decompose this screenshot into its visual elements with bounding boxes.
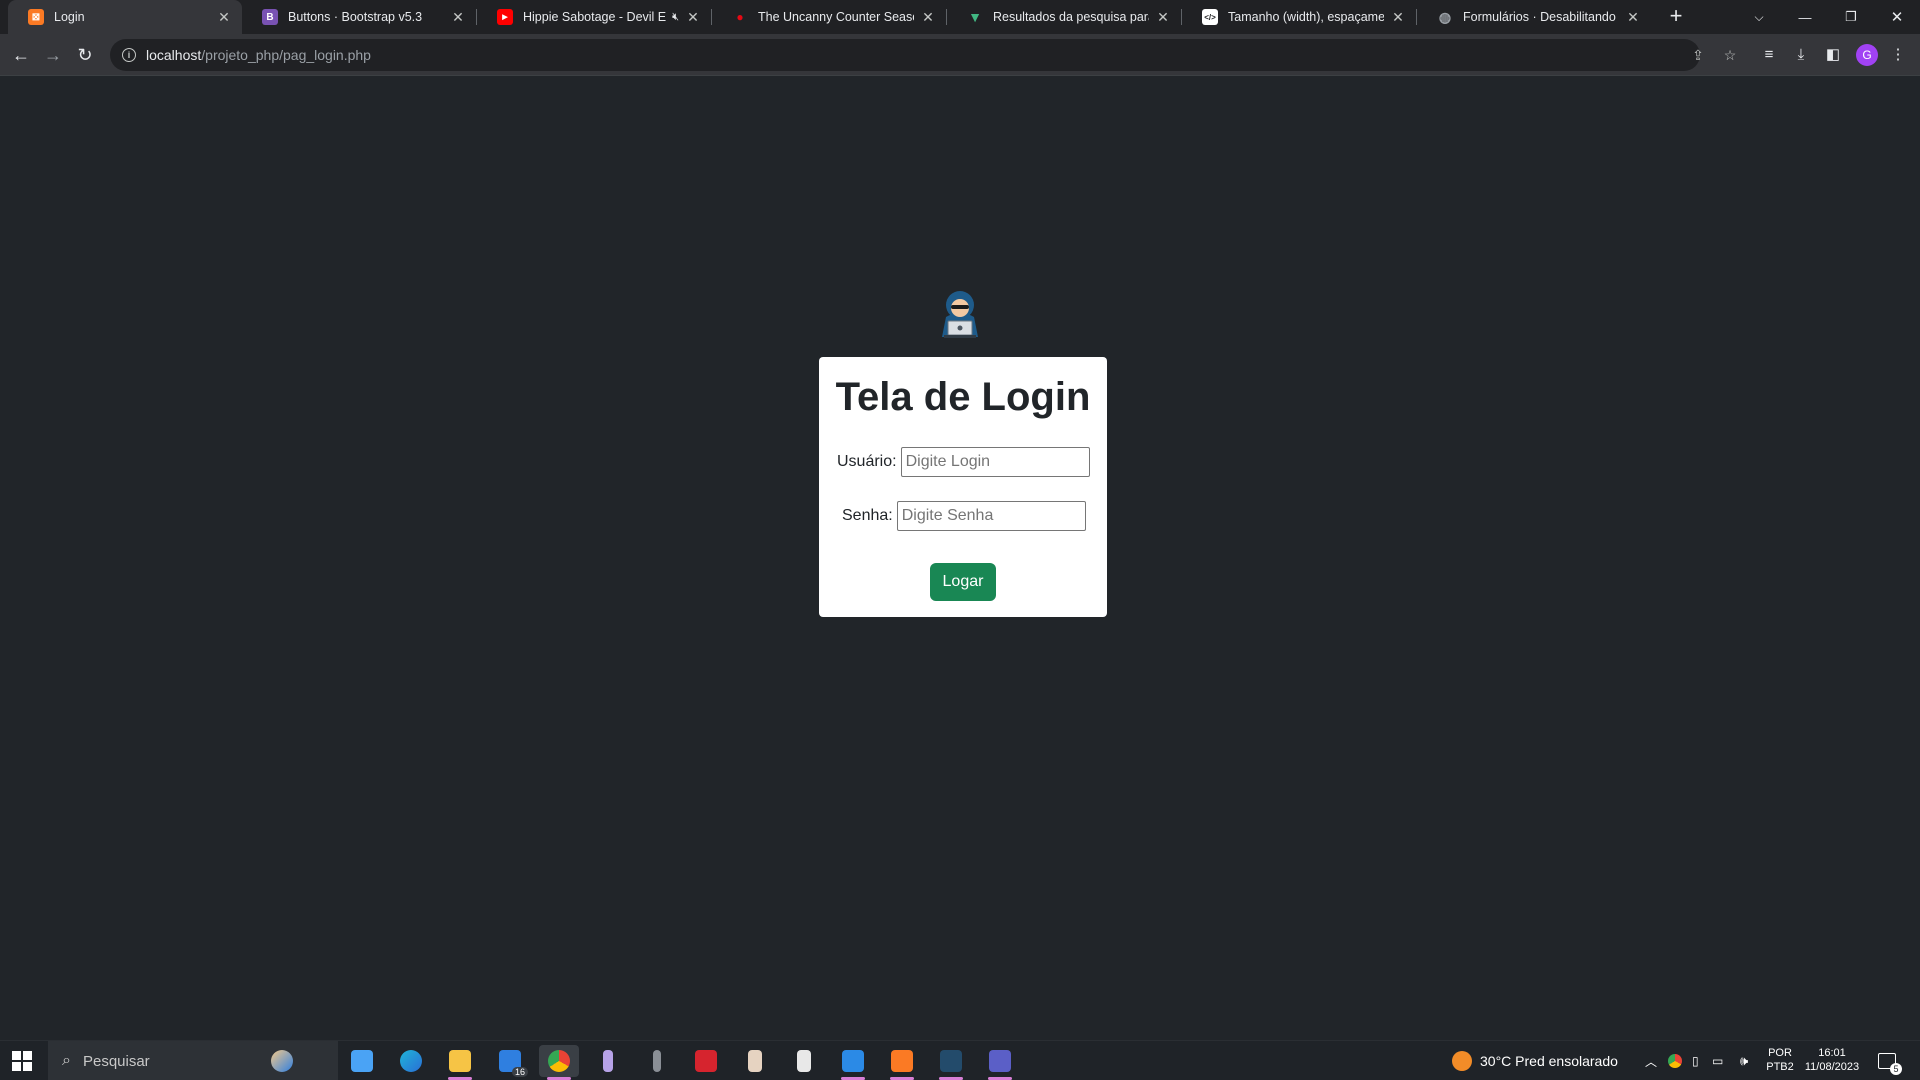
language-code: POR [1768, 1047, 1792, 1059]
download-icon[interactable]: ⤓ [1791, 45, 1811, 65]
tab-title: Buttons · Bootstrap v5.3 [288, 10, 423, 24]
mail-badge: 16 [511, 1067, 528, 1077]
profile-avatar[interactable]: G [1856, 44, 1878, 66]
search-icon: ⌕ [62, 1052, 71, 1069]
hacker-logo-icon [942, 291, 978, 338]
url-path: /projeto_php/pag_login.php [201, 47, 371, 63]
file-explorer-icon[interactable] [440, 1045, 480, 1080]
minimize-button[interactable]: — [1782, 0, 1828, 34]
tab-title: Resultados da pesquisa para Ge [993, 10, 1149, 24]
tab-title: Hippie Sabotage - Devil Eyes [523, 10, 667, 24]
vscode-icon[interactable] [833, 1045, 873, 1080]
login-button[interactable]: Logar [930, 563, 996, 601]
sun-icon [1452, 1051, 1472, 1071]
restore-button[interactable]: ❐ [1828, 0, 1874, 34]
reload-icon[interactable]: ↻ [70, 40, 100, 70]
tab-title: Login [54, 10, 85, 24]
terminal-app-icon[interactable] [637, 1045, 677, 1077]
user-label: Usuário: [837, 453, 897, 470]
close-icon[interactable]: ✕ [920, 9, 936, 26]
language-indicator[interactable]: POR PTB2 [1764, 1046, 1796, 1074]
tab-width-spacing[interactable]: </> Tamanho (width), espaçamento ✕ [1182, 0, 1416, 34]
side-panel-icon[interactable]: ◧ [1823, 45, 1843, 65]
back-arrow-icon[interactable]: ← [6, 40, 36, 70]
browser-tab-strip: ⊠ Login ✕ B Buttons · Bootstrap v5.3 ✕ ▶… [0, 0, 1920, 34]
tab-title: Tamanho (width), espaçamento [1228, 10, 1384, 24]
youtube-icon: ▶ [497, 9, 513, 25]
address-bar[interactable]: i localhost /projeto_php/pag_login.php ⇪… [110, 39, 1736, 71]
password-label: Senha: [842, 507, 893, 524]
browser-toolbar: ← → ↻ i localhost /projeto_php/pag_login… [0, 34, 1920, 76]
chrome-tray-icon[interactable] [1668, 1041, 1682, 1080]
tab-uncanny-counter[interactable]: ● The Uncanny Counter Season 2: ✕ [712, 0, 946, 34]
new-tab-button[interactable]: + [1664, 5, 1688, 29]
windows-taskbar: ⌕ Pesquisar 16 30°C Pred ensolarado ︿ ▯ … [0, 1040, 1920, 1080]
clock-date: 11/08/2023 [1804, 1061, 1860, 1073]
weather-text: 30°C Pred ensolarado [1480, 1053, 1618, 1069]
notification-count: 5 [1890, 1063, 1902, 1075]
close-icon[interactable]: ✕ [1155, 9, 1171, 26]
windows-start-icon[interactable] [12, 1051, 32, 1071]
tab-title: The Uncanny Counter Season 2: [758, 10, 914, 24]
login-title: Tela de Login [835, 375, 1091, 419]
notes-app-icon[interactable] [784, 1045, 824, 1077]
pen-app-icon[interactable] [588, 1045, 628, 1077]
mail-icon[interactable]: 16 [490, 1045, 530, 1077]
password-row: Senha: [842, 501, 1086, 531]
url-host: localhost [146, 47, 202, 63]
speaker-muted-icon[interactable]: 🔇︎ [672, 11, 679, 24]
user-input[interactable] [900, 447, 1090, 477]
login-card: Tela de Login Usuário: Senha: Logar [819, 357, 1107, 617]
bootstrap-icon: B [262, 9, 278, 25]
user-row: Usuário: [837, 447, 1090, 477]
red-app-icon[interactable] [686, 1045, 726, 1077]
media-controls-icon[interactable]: ≡ [1759, 45, 1779, 65]
xampp-taskbar-icon[interactable] [882, 1045, 922, 1080]
code-icon: </> [1202, 9, 1218, 25]
taskbar-search-placeholder: Pesquisar [82, 1052, 150, 1070]
edge-icon[interactable] [391, 1045, 431, 1077]
close-icon[interactable]: ✕ [450, 9, 466, 26]
kebab-menu-icon[interactable]: ⋮ [1888, 45, 1908, 65]
close-icon[interactable]: ✕ [1625, 9, 1641, 26]
vue-icon: ▼ [968, 9, 982, 25]
weather-widget[interactable]: 30°C Pred ensolarado [1452, 1041, 1618, 1080]
mysql-workbench-icon[interactable] [931, 1045, 971, 1080]
xampp-icon: ⊠ [28, 9, 44, 25]
site-info-icon[interactable]: i [122, 48, 136, 62]
close-icon[interactable]: ✕ [216, 9, 232, 26]
teams-icon[interactable] [980, 1045, 1020, 1080]
forward-arrow-icon[interactable]: → [38, 40, 68, 70]
tab-forms[interactable]: ◍ Formulários · Desabilitando can ✕ [1417, 0, 1651, 34]
chrome-icon[interactable] [539, 1045, 579, 1080]
password-input[interactable] [896, 501, 1086, 531]
keyboard-layout: PTB2 [1766, 1061, 1794, 1073]
clock-time: 16:01 [1818, 1047, 1846, 1059]
file-shortcut-icon[interactable] [342, 1045, 382, 1077]
device-icon[interactable]: ▯ [1692, 1041, 1699, 1080]
tray-chevron-icon[interactable]: ︿ [1645, 1041, 1657, 1080]
site-icon: ● [736, 10, 744, 24]
volume-icon[interactable]: 🕪︎ [1740, 1041, 1748, 1080]
tab-search-results[interactable]: ▼ Resultados da pesquisa para Ge ✕ [947, 0, 1181, 34]
close-icon[interactable]: ✕ [1390, 9, 1406, 26]
window-close-button[interactable]: ✕ [1874, 0, 1920, 34]
search-highlight-icon [262, 1045, 302, 1077]
close-icon[interactable]: ✕ [685, 9, 701, 26]
notifications-icon[interactable]: 5 [1878, 1041, 1902, 1080]
bookmark-star-icon[interactable]: ☆ [1722, 47, 1738, 63]
share-icon[interactable]: ⇪ [1690, 47, 1706, 63]
clock[interactable]: 16:01 11/08/2023 [1800, 1046, 1864, 1074]
tab-bootstrap-buttons[interactable]: B Buttons · Bootstrap v5.3 ✕ [242, 0, 476, 34]
page-body: Tela de Login Usuário: Senha: Logar [0, 77, 1920, 1039]
globe-icon: ◍ [1438, 8, 1452, 25]
tab-youtube[interactable]: ▶ Hippie Sabotage - Devil Eyes 🔇︎ ✕ [477, 0, 711, 34]
tab-title: Formulários · Desabilitando can [1463, 10, 1619, 24]
network-icon[interactable]: ▭ [1712, 1041, 1723, 1080]
tab-search-chevron-icon[interactable]: ⌵ [1736, 0, 1782, 34]
document-app-icon[interactable] [735, 1045, 775, 1077]
tab-login[interactable]: ⊠ Login ✕ [8, 0, 242, 34]
